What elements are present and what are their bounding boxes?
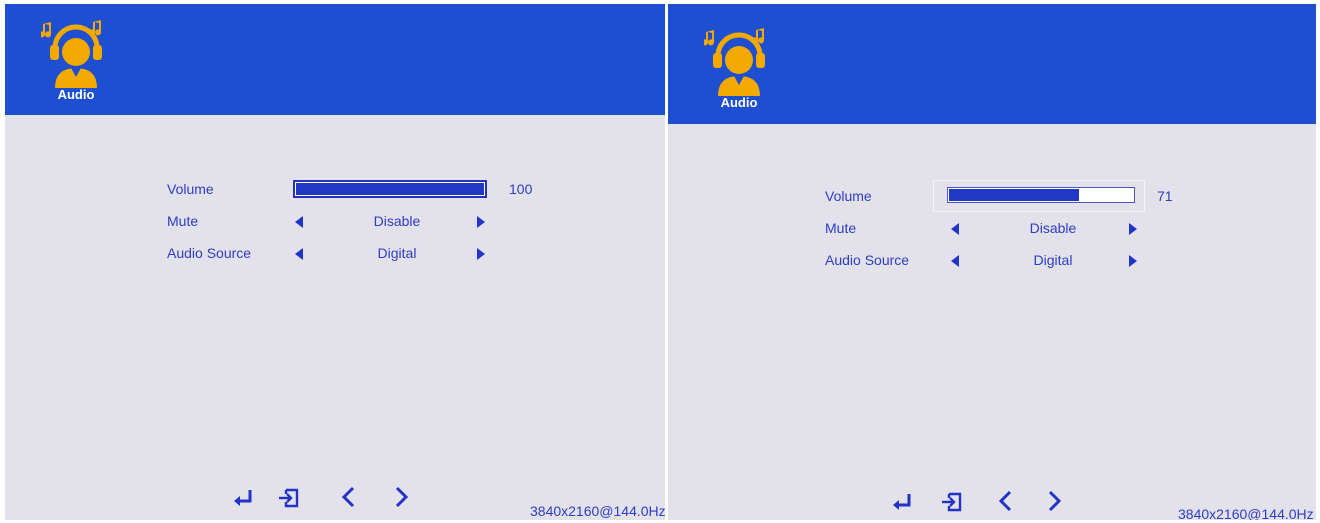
header-title: Audio <box>57 87 95 102</box>
audio-logo: Audio <box>39 16 111 106</box>
audio-source-value: Digital <box>377 245 417 261</box>
mute-label: Mute <box>167 213 199 229</box>
audio-source-label: Audio Source <box>167 245 252 261</box>
headphones-person-icon <box>702 28 765 96</box>
audio-source-row[interactable]: Audio Source Digital <box>825 250 1185 272</box>
enter-icon[interactable] <box>231 486 255 510</box>
mute-value: Disable <box>1029 220 1077 236</box>
volume-row[interactable]: Volume 100 <box>167 179 537 201</box>
triangle-right-icon[interactable] <box>1129 223 1137 235</box>
triangle-left-icon[interactable] <box>295 248 303 260</box>
audio-source-row[interactable]: Audio Source Digital <box>167 243 537 265</box>
chevron-left-icon[interactable] <box>337 485 361 509</box>
triangle-right-icon[interactable] <box>477 216 485 228</box>
chevron-left-icon[interactable] <box>994 489 1018 513</box>
header-title: Audio <box>720 95 758 110</box>
osd-screen-left: Audio Volume 100 Mute Disable Audio Sour… <box>5 4 665 520</box>
audio-logo: Audio <box>702 24 774 114</box>
audio-source-value: Digital <box>1033 252 1073 268</box>
headphones-person-icon <box>39 20 102 88</box>
volume-label: Volume <box>167 181 214 197</box>
triangle-left-icon[interactable] <box>951 255 959 267</box>
osd-screen-right: Audio Volume 71 Mute Disable Audio Sourc… <box>668 4 1316 520</box>
mute-row[interactable]: Mute Disable <box>167 211 537 233</box>
chevron-right-icon[interactable] <box>389 485 413 509</box>
triangle-right-icon[interactable] <box>477 248 485 260</box>
osd-header: Audio <box>668 4 1316 124</box>
mute-label: Mute <box>825 220 857 236</box>
volume-value: 71 <box>1157 188 1173 204</box>
triangle-left-icon[interactable] <box>295 216 303 228</box>
volume-value: 100 <box>509 181 533 197</box>
enter-icon[interactable] <box>890 490 914 514</box>
volume-slider[interactable] <box>947 187 1135 203</box>
volume-slider[interactable] <box>293 180 487 198</box>
mute-value: Disable <box>373 213 421 229</box>
volume-fill <box>296 183 484 195</box>
resolution-text: 3840x2160@144.0Hz <box>530 503 665 519</box>
mute-row[interactable]: Mute Disable <box>825 218 1185 240</box>
volume-label: Volume <box>825 188 872 204</box>
resolution-text: 3840x2160@144.0Hz <box>1178 506 1314 520</box>
osd-header: Audio <box>5 4 665 115</box>
volume-fill <box>949 189 1080 201</box>
triangle-left-icon[interactable] <box>951 223 959 235</box>
audio-source-label: Audio Source <box>825 252 910 268</box>
volume-row[interactable]: Volume 71 <box>825 180 1185 212</box>
chevron-right-icon[interactable] <box>1042 489 1066 513</box>
triangle-right-icon[interactable] <box>1129 255 1137 267</box>
exit-icon[interactable] <box>940 490 964 514</box>
exit-icon[interactable] <box>277 486 301 510</box>
